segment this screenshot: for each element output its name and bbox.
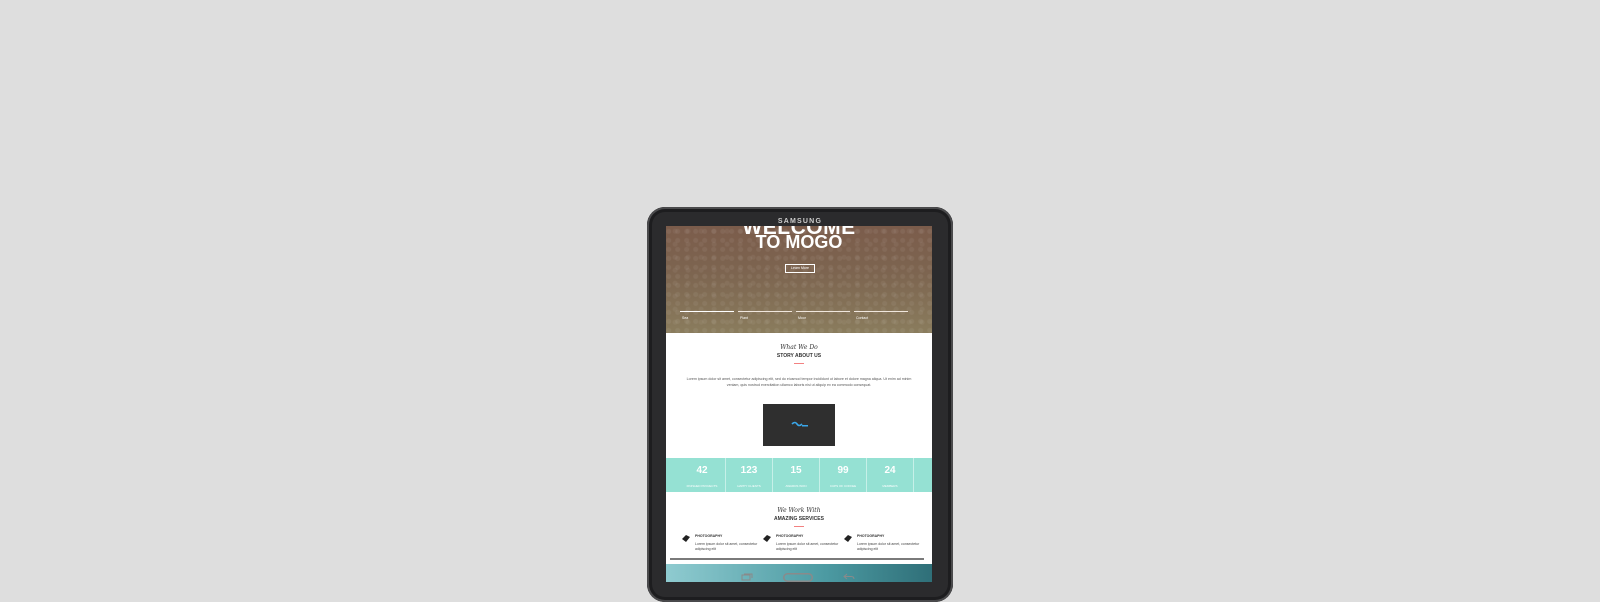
nav-item-plant[interactable]: Plant bbox=[738, 311, 792, 323]
service-text: Lorem ipsum dolor sit amet, consectetur … bbox=[695, 542, 758, 551]
tablet-device: SAMSUNG WELCOME TO MOGO Learn More Sea P… bbox=[647, 207, 953, 602]
stat-value: 123 bbox=[740, 465, 758, 476]
nav-label: Moor bbox=[798, 316, 806, 320]
stat-label: HAPPY CLIENTS bbox=[737, 484, 761, 488]
stat-value: 24 bbox=[884, 465, 896, 476]
services-script-title: We Work With bbox=[777, 507, 821, 514]
photo-tag-icon bbox=[682, 535, 690, 542]
about-subtitle: STORY ABOUT US bbox=[776, 353, 822, 359]
service-title: PHOTOGRAPHY bbox=[776, 534, 804, 538]
hero-nav: Sea Plant Moor Contact bbox=[680, 311, 908, 323]
service-title: PHOTOGRAPHY bbox=[695, 534, 723, 538]
stat-label: MEMBERS bbox=[882, 484, 898, 488]
service-title: PHOTOGRAPHY bbox=[857, 534, 885, 538]
nav-item-moor[interactable]: Moor bbox=[796, 311, 850, 323]
stat-value: 15 bbox=[790, 465, 802, 476]
stat-label: AWARDS WON bbox=[785, 484, 807, 488]
nav-item-sea[interactable]: Sea bbox=[680, 311, 734, 323]
about-text: Lorem ipsum dolor sit amet, consectetur … bbox=[686, 377, 912, 387]
stat-item: 42 FINISHED PROJECTS bbox=[679, 458, 726, 492]
services-subtitle: AMAZING SERVICES bbox=[774, 516, 824, 522]
recent-apps-icon[interactable] bbox=[741, 573, 753, 581]
nav-item-contact[interactable]: Contact bbox=[854, 311, 908, 323]
services-divider bbox=[794, 526, 804, 527]
video-logo-icon bbox=[791, 421, 808, 427]
nav-line bbox=[796, 311, 850, 312]
service-text: Lorem ipsum dolor sit amet, consectetur … bbox=[857, 542, 920, 551]
photo-tag-icon bbox=[844, 535, 852, 542]
service-item: PHOTOGRAPHY Lorem ipsum dolor sit amet, … bbox=[682, 534, 762, 564]
stat-item: 99 CUPS OF COFFEE bbox=[820, 458, 867, 492]
photo-tag-icon bbox=[763, 535, 771, 542]
stat-item: 15 AWARDS WON bbox=[773, 458, 820, 492]
home-button[interactable] bbox=[783, 573, 813, 582]
hero-title: TO MOGO bbox=[755, 232, 843, 252]
stat-value: 99 bbox=[837, 465, 849, 476]
nav-label: Contact bbox=[856, 316, 869, 320]
tablet-screen: WELCOME TO MOGO Learn More Sea Plant Moo… bbox=[666, 226, 932, 582]
service-text: Lorem ipsum dolor sit amet, consectetur … bbox=[776, 542, 839, 551]
stat-item: 123 HAPPY CLIENTS bbox=[726, 458, 773, 492]
learn-more-button[interactable]: Learn More bbox=[785, 264, 815, 273]
stat-item: 24 MEMBERS bbox=[867, 458, 914, 492]
stat-label: FINISHED PROJECTS bbox=[686, 484, 718, 488]
video-player[interactable] bbox=[763, 404, 835, 446]
about-script-title: What We Do bbox=[780, 344, 818, 351]
nav-line bbox=[680, 311, 734, 312]
stats-bar: 42 FINISHED PROJECTS 123 HAPPY CLIENTS 1… bbox=[666, 458, 932, 492]
bottom-divider bbox=[670, 558, 924, 560]
stat-value: 42 bbox=[696, 465, 708, 476]
hero-section: WELCOME TO MOGO Learn More Sea Plant Moo… bbox=[666, 226, 932, 333]
nav-label: Sea bbox=[682, 316, 689, 320]
back-icon[interactable] bbox=[843, 573, 855, 581]
nav-line bbox=[738, 311, 792, 312]
service-item: PHOTOGRAPHY Lorem ipsum dolor sit amet, … bbox=[763, 534, 843, 564]
stat-label: CUPS OF COFFEE bbox=[829, 484, 857, 488]
nav-label: Plant bbox=[740, 316, 748, 320]
about-divider bbox=[794, 363, 804, 364]
device-brand: SAMSUNG bbox=[777, 218, 823, 225]
nav-line bbox=[854, 311, 908, 312]
service-item: PHOTOGRAPHY Lorem ipsum dolor sit amet, … bbox=[844, 534, 924, 564]
